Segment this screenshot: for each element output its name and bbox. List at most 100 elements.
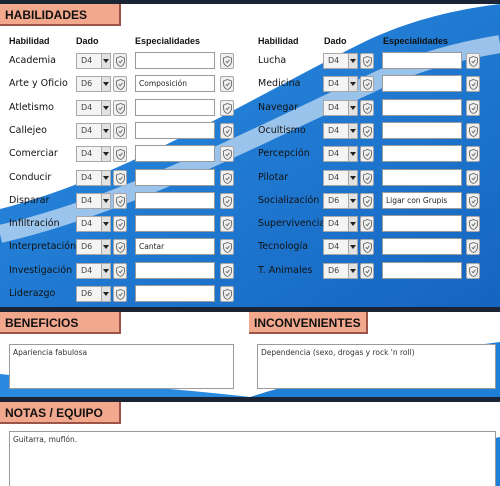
shield-icon[interactable]: [220, 262, 234, 279]
chevron-down-icon[interactable]: [101, 240, 110, 255]
shield-icon[interactable]: [466, 146, 480, 163]
die-select[interactable]: D6: [76, 286, 111, 302]
shield-icon[interactable]: [113, 146, 127, 163]
die-select[interactable]: D6: [323, 262, 358, 279]
specialty-input[interactable]: [135, 52, 215, 69]
specialty-input[interactable]: [135, 98, 215, 116]
shield-icon[interactable]: [360, 146, 374, 163]
die-select[interactable]: D4: [76, 192, 111, 209]
shield-icon[interactable]: [466, 99, 480, 116]
die-select[interactable]: D4: [323, 99, 358, 116]
chevron-down-icon[interactable]: [348, 54, 357, 68]
die-select[interactable]: D4: [76, 262, 111, 279]
specialty-input[interactable]: [135, 121, 215, 139]
die-select[interactable]: D4: [323, 122, 358, 139]
specialty-input[interactable]: [135, 261, 215, 279]
inconvenientes-textarea[interactable]: Dependencia (sexo, drogas y rock 'n roll…: [257, 344, 496, 389]
specialty-input[interactable]: [382, 238, 462, 256]
specialty-input[interactable]: [382, 215, 462, 233]
shield-icon[interactable]: [466, 76, 480, 93]
shield-icon[interactable]: [360, 216, 374, 233]
specialty-input[interactable]: Cantar: [135, 238, 215, 256]
chevron-down-icon[interactable]: [101, 170, 110, 185]
die-select[interactable]: D4: [76, 169, 111, 186]
chevron-down-icon[interactable]: [348, 170, 357, 185]
chevron-down-icon[interactable]: [101, 77, 110, 92]
shield-icon[interactable]: [220, 53, 234, 69]
shield-icon[interactable]: [220, 286, 234, 302]
die-select[interactable]: D4: [323, 146, 358, 163]
shield-icon[interactable]: [360, 169, 374, 186]
shield-icon[interactable]: [360, 122, 374, 139]
die-select[interactable]: D4: [323, 169, 358, 186]
chevron-down-icon[interactable]: [348, 240, 357, 255]
specialty-input[interactable]: [382, 145, 462, 163]
shield-icon[interactable]: [466, 216, 480, 233]
die-select[interactable]: D6: [76, 76, 111, 93]
die-select[interactable]: D4: [76, 122, 111, 139]
shield-icon[interactable]: [466, 122, 480, 139]
shield-icon[interactable]: [220, 216, 234, 233]
shield-icon[interactable]: [113, 76, 127, 93]
specialty-input[interactable]: [382, 121, 462, 139]
die-select[interactable]: D4: [323, 239, 358, 256]
specialty-input[interactable]: [135, 191, 215, 209]
die-select[interactable]: D4: [76, 216, 111, 233]
die-select[interactable]: D4: [76, 146, 111, 163]
shield-icon[interactable]: [113, 286, 127, 302]
shield-icon[interactable]: [220, 122, 234, 139]
shield-icon[interactable]: [113, 122, 127, 139]
specialty-input[interactable]: [382, 98, 462, 116]
shield-icon[interactable]: [466, 169, 480, 186]
shield-icon[interactable]: [220, 239, 234, 256]
die-select[interactable]: D4: [76, 53, 111, 69]
shield-icon[interactable]: [220, 99, 234, 116]
chevron-down-icon[interactable]: [348, 217, 357, 232]
chevron-down-icon[interactable]: [348, 193, 357, 208]
shield-icon[interactable]: [360, 239, 374, 256]
shield-icon[interactable]: [113, 169, 127, 186]
chevron-down-icon[interactable]: [101, 147, 110, 162]
specialty-input[interactable]: [382, 261, 462, 279]
shield-icon[interactable]: [466, 192, 480, 209]
die-select[interactable]: D4: [76, 99, 111, 116]
chevron-down-icon[interactable]: [101, 100, 110, 115]
chevron-down-icon[interactable]: [101, 263, 110, 278]
shield-icon[interactable]: [113, 192, 127, 209]
chevron-down-icon[interactable]: [348, 77, 357, 92]
die-select[interactable]: D6: [76, 239, 111, 256]
specialty-input[interactable]: [135, 145, 215, 163]
chevron-down-icon[interactable]: [348, 123, 357, 138]
shield-icon[interactable]: [360, 99, 374, 116]
specialty-input[interactable]: [135, 168, 215, 186]
chevron-down-icon[interactable]: [101, 217, 110, 232]
specialty-input[interactable]: [135, 215, 215, 233]
specialty-input[interactable]: [382, 75, 462, 93]
die-select[interactable]: D4: [323, 216, 358, 233]
shield-icon[interactable]: [466, 262, 480, 279]
notas-textarea[interactable]: Guitarra, muflón.: [9, 431, 496, 486]
shield-icon[interactable]: [113, 262, 127, 279]
shield-icon[interactable]: [360, 192, 374, 209]
shield-icon[interactable]: [220, 146, 234, 163]
chevron-down-icon[interactable]: [101, 193, 110, 208]
shield-icon[interactable]: [220, 169, 234, 186]
shield-icon[interactable]: [360, 262, 374, 279]
specialty-input[interactable]: [135, 285, 215, 302]
die-select[interactable]: D6: [323, 192, 358, 209]
die-select[interactable]: D4: [323, 53, 358, 69]
chevron-down-icon[interactable]: [101, 287, 110, 301]
shield-icon[interactable]: [113, 239, 127, 256]
chevron-down-icon[interactable]: [348, 263, 357, 278]
shield-icon[interactable]: [466, 239, 480, 256]
chevron-down-icon[interactable]: [101, 123, 110, 138]
chevron-down-icon[interactable]: [101, 54, 110, 68]
shield-icon[interactable]: [113, 99, 127, 116]
specialty-input[interactable]: [382, 168, 462, 186]
shield-icon[interactable]: [360, 76, 374, 93]
shield-icon[interactable]: [360, 53, 374, 69]
specialty-input[interactable]: Composición: [135, 75, 215, 93]
specialty-input[interactable]: Ligar con Grupis: [382, 191, 462, 209]
shield-icon[interactable]: [113, 53, 127, 69]
die-select[interactable]: D4: [323, 76, 358, 93]
